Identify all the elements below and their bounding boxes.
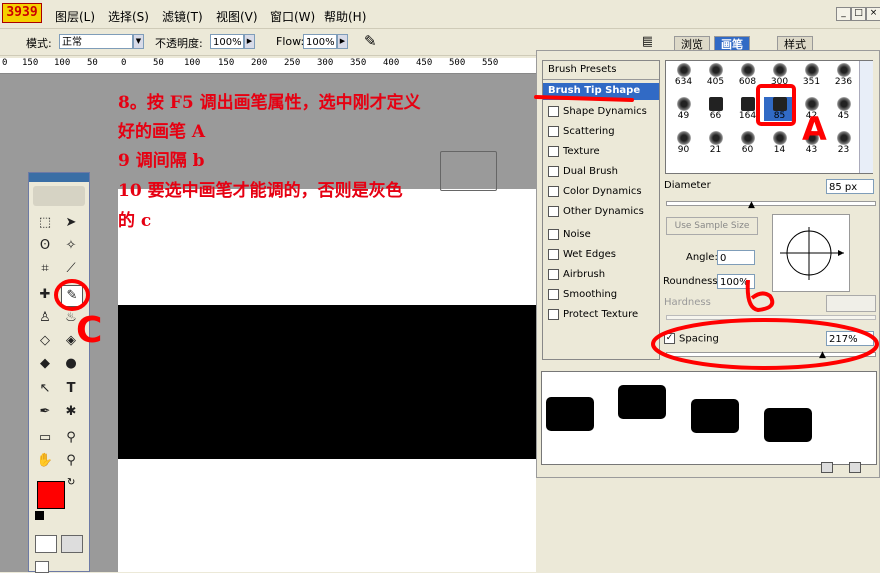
annotation-mark-c: C: [76, 310, 103, 351]
annotation-mark-a: A: [802, 110, 827, 148]
annotation-markup-layer: [54, 84, 879, 370]
